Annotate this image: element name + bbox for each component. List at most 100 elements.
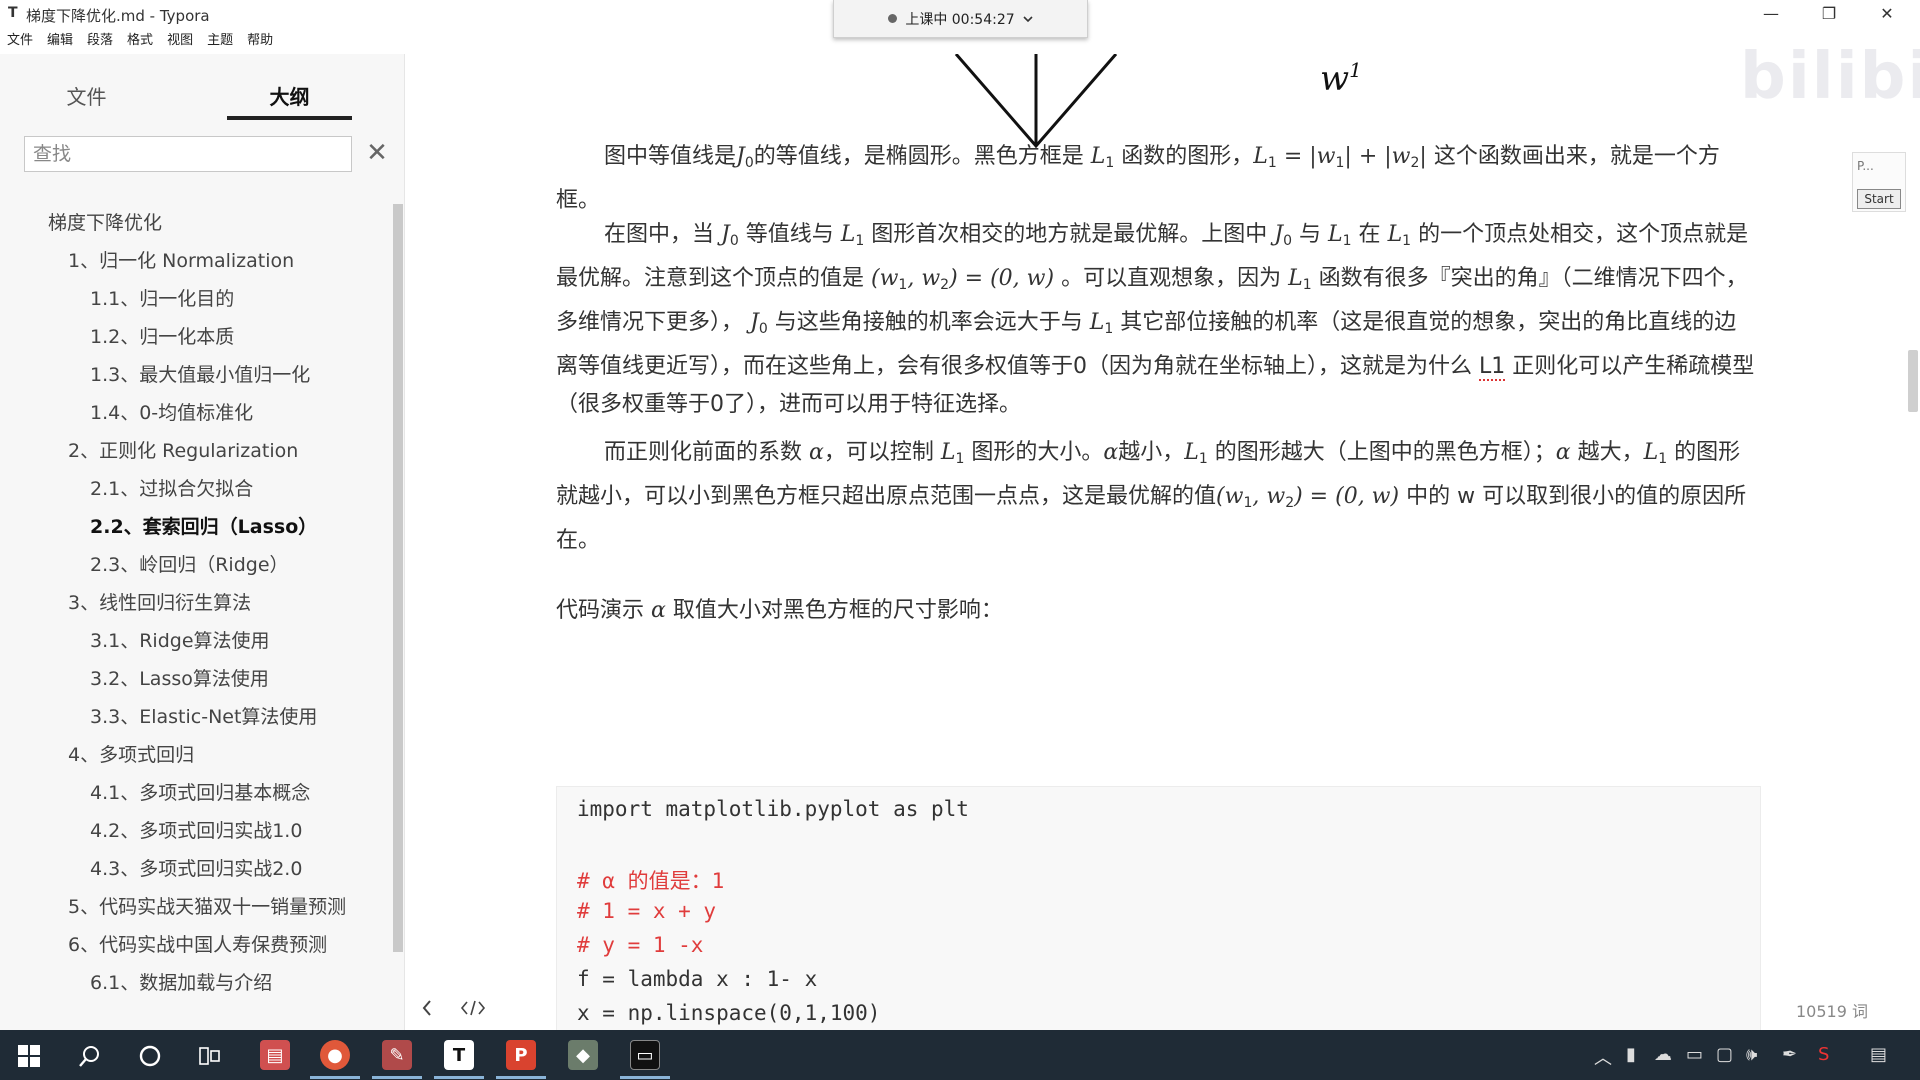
menu-format[interactable]: 格式 (120, 30, 160, 52)
minimize-button[interactable]: — (1748, 0, 1794, 28)
typora-app-icon: T (8, 5, 18, 21)
outline-search-box[interactable] (24, 136, 352, 172)
tray-volume-icon[interactable]: 🕪 (1746, 1044, 1757, 1065)
outline-item[interactable]: 1.1、归一化目的 (0, 280, 390, 318)
text: 取值大小对黑色方框的尺寸影响： (665, 598, 1003, 623)
package-app-icon[interactable]: ◆ (568, 1040, 598, 1070)
math: J (1274, 222, 1284, 247)
outline-item[interactable]: 4.3、多项式回归实战2.0 (0, 850, 390, 888)
sidebar-scrollbar[interactable] (393, 204, 403, 952)
menu-help[interactable]: 帮助 (240, 30, 280, 52)
math-sub: 0 (729, 233, 739, 249)
outline-item[interactable]: 3.2、Lasso算法使用 (0, 660, 390, 698)
math-sub: 1 (855, 233, 865, 249)
task-view-icon[interactable] (198, 1044, 222, 1068)
tab-files[interactable]: 文件 (24, 76, 149, 120)
math: ) = (0, w) (949, 266, 1055, 291)
word-count[interactable]: 10519 词 (1796, 998, 1868, 1022)
figure-w-label: w (1320, 58, 1350, 99)
outline-item[interactable]: 2、正则化 Regularization (0, 432, 390, 470)
menu-paragraph[interactable]: 段落 (80, 30, 120, 52)
math: ) = (0, w) (1294, 484, 1400, 509)
text: 在 (1351, 222, 1388, 247)
media-app-icon[interactable]: ✎ (382, 1040, 412, 1070)
menu-file[interactable]: 文件 (0, 30, 40, 52)
taskbar-active-indicator (372, 1076, 422, 1079)
menu-theme[interactable]: 主题 (200, 30, 240, 52)
search-close-icon[interactable]: ✕ (362, 136, 392, 172)
spellcheck-word[interactable]: L1 (1479, 354, 1506, 381)
tray-network-icon[interactable]: ▢ (1716, 1044, 1733, 1065)
tray-battery-icon[interactable]: ▭ (1686, 1044, 1703, 1065)
taskbar-active-indicator (620, 1076, 670, 1079)
code-comment: # y = 1 -x (577, 933, 704, 957)
bilibili-watermark: bilibili (1740, 40, 1920, 114)
class-timer[interactable]: 上课中 00:54:27 (833, 0, 1088, 38)
typora-taskbar-icon[interactable]: T (444, 1040, 474, 1070)
paragraph-1: 图中等值线是J0的等值线，是椭圆形。黑色方框是 L1 函数的图形，L1 = |w… (556, 138, 1756, 220)
pdf-app-icon[interactable]: P (506, 1040, 536, 1070)
math-sub: 2 (940, 277, 950, 293)
cortana-icon[interactable] (138, 1044, 162, 1068)
outline-item[interactable]: 梯度下降优化 (0, 204, 390, 242)
start-button[interactable]: Start (1857, 189, 1901, 209)
math: | + |w (1344, 144, 1411, 169)
text: 代码演示 (556, 598, 651, 623)
floating-widget[interactable]: P... Start (1852, 152, 1906, 212)
outline-item[interactable]: 2.3、岭回归（Ridge） (0, 546, 390, 584)
tray-usb-icon[interactable]: ▮ (1626, 1044, 1636, 1065)
tray-cloud-icon[interactable]: ☁ (1654, 1044, 1672, 1065)
tray-pen-icon[interactable]: ✒ (1782, 1044, 1797, 1065)
math: (w (871, 266, 899, 291)
chevron-down-icon[interactable] (1023, 15, 1033, 23)
tray-chevron-up-icon[interactable]: ︿ (1594, 1044, 1612, 1070)
outline-search-input[interactable] (25, 137, 351, 171)
window-title: 梯度下降优化.md - Typora (26, 7, 210, 25)
math: L (840, 222, 856, 247)
outline-item[interactable]: 1.3、最大值最小值归一化 (0, 356, 390, 394)
outline-item[interactable]: 4、多项式回归 (0, 736, 390, 774)
windows-start-icon[interactable] (18, 1045, 40, 1067)
code-block[interactable]: import matplotlib.pyplot as plt # α 的值是：… (556, 786, 1761, 1030)
outline-item[interactable]: 4.2、多项式回归实战1.0 (0, 812, 390, 850)
maximize-button[interactable]: ❐ (1806, 0, 1852, 28)
outline-item[interactable]: 1、归一化 Normalization (0, 242, 390, 280)
tray-notification-icon[interactable]: ▤ (1870, 1044, 1887, 1065)
text: 与 (1292, 222, 1329, 247)
outline-item[interactable]: 1.2、归一化本质 (0, 318, 390, 356)
editor-scrollbar[interactable] (1908, 350, 1918, 412)
outline-item-active[interactable]: 2.2、套索回归（Lasso） (0, 508, 390, 546)
outline-item[interactable]: 6、代码实战中国人寿保费预测 (0, 926, 390, 964)
outline-item[interactable]: 5、代码实战天猫双十一销量预测 (0, 888, 370, 926)
recording-dot-icon (888, 14, 898, 23)
text: ，可以控制 (823, 440, 941, 465)
text: 越小， (1118, 440, 1185, 465)
math-sub: 1 (1658, 451, 1668, 467)
outline-item[interactable]: 2.1、过拟合欠拟合 (0, 470, 390, 508)
editor-content[interactable]: w1 图中等值线是J0的等值线，是椭圆形。黑色方框是 L1 函数的图形，L1 =… (406, 54, 1914, 1030)
outline-item[interactable]: 3、线性回归衍生算法 (0, 584, 390, 622)
outline-item[interactable]: 3.3、Elastic-Net算法使用 (0, 698, 390, 736)
menu-view[interactable]: 视图 (160, 30, 200, 52)
math-sub: 0 (1283, 233, 1293, 249)
math: L (1328, 222, 1343, 247)
tray-sogou-icon[interactable]: S (1818, 1044, 1829, 1065)
menu-edit[interactable]: 编辑 (40, 30, 80, 52)
search-icon[interactable] (78, 1044, 102, 1068)
terminal-app-icon[interactable]: ▭ (630, 1040, 660, 1070)
math-sub: 1 (898, 277, 908, 293)
math-sub: 1 (1267, 155, 1277, 171)
outline-item[interactable]: 3.1、Ridge算法使用 (0, 622, 390, 660)
figure-w-sup: 1 (1349, 58, 1362, 82)
text: 的等值线，是椭圆形。黑色方框是 (753, 144, 1091, 169)
outline-item[interactable]: 6.1、数据加载与介绍 (0, 964, 390, 1002)
math: , w (1252, 484, 1286, 509)
outline-item[interactable]: 1.4、0-均值标准化 (0, 394, 390, 432)
close-button[interactable]: ✕ (1864, 0, 1910, 28)
math: J (721, 222, 730, 247)
file-explorer-app-icon[interactable]: ▤ (260, 1040, 290, 1070)
tab-outline[interactable]: 大纲 (227, 76, 352, 120)
text: 与这些角接触的机率会远大于与 (767, 310, 1090, 335)
outline-item[interactable]: 4.1、多项式回归基本概念 (0, 774, 390, 812)
chrome-app-icon[interactable]: ● (320, 1040, 350, 1070)
